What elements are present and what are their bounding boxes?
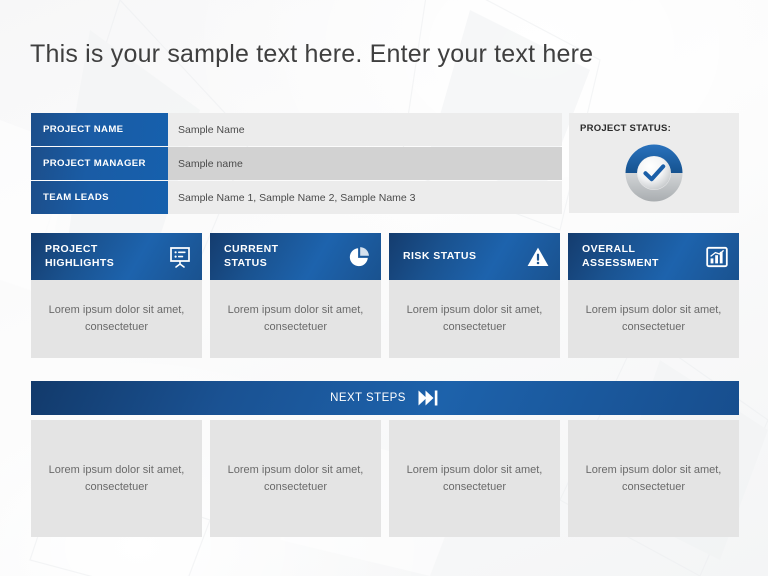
project-info-table: PROJECT NAME Sample Name PROJECT MANAGER… [31,113,562,214]
card-body-text: Lorem ipsum dolor sit amet, consectetuer [210,420,381,537]
next-steps-banner[interactable]: NEXT STEPS [31,381,739,415]
pie-chart-icon [347,245,371,269]
card-body-text: Lorem ipsum dolor sit amet, consectetuer [389,280,560,358]
card-overall-assessment[interactable]: OVERALL ASSESSMENT Lorem ipsum dolor sit… [568,233,739,358]
next-step-card-1[interactable]: Lorem ipsum dolor sit amet, consectetuer [31,420,202,537]
presentation-board-icon [168,245,192,269]
row-label: PROJECT MANAGER [31,147,168,180]
next-step-card-3[interactable]: Lorem ipsum dolor sit amet, consectetuer [389,420,560,537]
row-value[interactable]: Sample Name 1, Sample Name 2, Sample Nam… [168,181,562,214]
card-header[interactable]: CURRENT STATUS [210,233,381,280]
page-title: This is your sample text here. Enter you… [30,40,594,68]
next-steps-label: NEXT STEPS [330,392,406,404]
card-current-status[interactable]: CURRENT STATUS Lorem ipsum dolor sit ame… [210,233,381,358]
card-body-text: Lorem ipsum dolor sit amet, consectetuer [31,280,202,358]
next-steps-card-row: Lorem ipsum dolor sit amet, consectetuer… [31,420,739,537]
check-gauge-icon [620,139,688,207]
table-row: PROJECT MANAGER Sample name [31,147,562,180]
card-body-text: Lorem ipsum dolor sit amet, consectetuer [568,420,739,537]
card-header[interactable]: OVERALL ASSESSMENT [568,233,739,280]
card-body-text: Lorem ipsum dolor sit amet, consectetuer [389,420,560,537]
card-title: OVERALL ASSESSMENT [582,243,659,269]
card-project-highlights[interactable]: PROJECT HIGHLIGHTS Lorem ipsum dolor sit… [31,233,202,358]
next-step-card-2[interactable]: Lorem ipsum dolor sit amet, consectetuer [210,420,381,537]
row-value[interactable]: Sample name [168,147,562,180]
warning-triangle-icon [526,245,550,269]
slide-canvas: This is your sample text here. Enter you… [0,0,768,576]
card-title: PROJECT HIGHLIGHTS [45,243,115,269]
row-label: TEAM LEADS [31,181,168,214]
row-label: PROJECT NAME [31,113,168,146]
card-body-text: Lorem ipsum dolor sit amet, consectetuer [568,280,739,358]
card-header[interactable]: PROJECT HIGHLIGHTS [31,233,202,280]
card-risk-status[interactable]: RISK STATUS Lorem ipsum dolor sit amet, … [389,233,560,358]
skip-forward-icon [418,389,440,407]
table-row: PROJECT NAME Sample Name [31,113,562,146]
bar-chart-icon [705,245,729,269]
next-step-card-4[interactable]: Lorem ipsum dolor sit amet, consectetuer [568,420,739,537]
card-body-text: Lorem ipsum dolor sit amet, consectetuer [31,420,202,537]
table-row: TEAM LEADS Sample Name 1, Sample Name 2,… [31,181,562,214]
project-status-panel: PROJECT STATUS: [569,113,739,213]
card-header[interactable]: RISK STATUS [389,233,560,280]
card-title: CURRENT STATUS [224,243,279,269]
summary-card-row: PROJECT HIGHLIGHTS Lorem ipsum dolor sit… [31,233,739,358]
row-value[interactable]: Sample Name [168,113,562,146]
card-body-text: Lorem ipsum dolor sit amet, consectetuer [210,280,381,358]
card-title: RISK STATUS [403,249,477,262]
project-status-label: PROJECT STATUS: [580,123,672,134]
